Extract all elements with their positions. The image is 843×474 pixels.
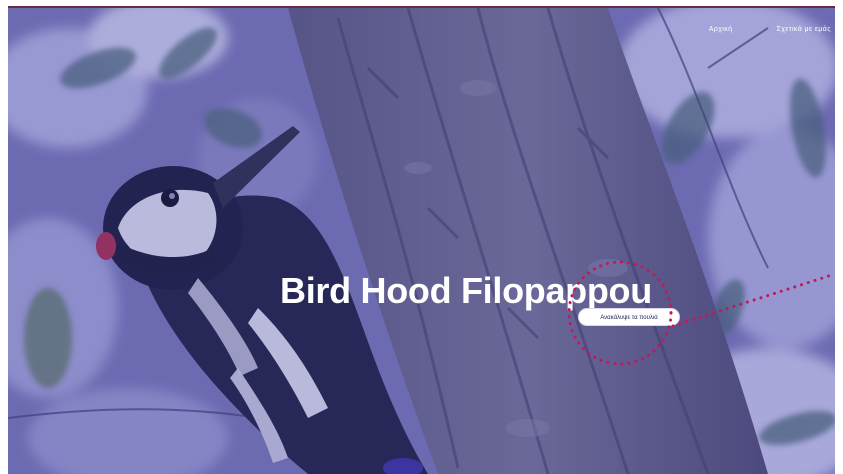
hero-section: Αρχική Σχετικά με εμάς Bird Hood Filopap…: [8, 6, 835, 474]
discover-birds-button[interactable]: Ανακάλυψε τα πουλιά: [578, 308, 680, 326]
hero-background-image: [8, 8, 835, 474]
nav-item-about[interactable]: Σχετικά με εμάς: [776, 26, 831, 46]
nav-item-home[interactable]: Αρχική: [709, 26, 733, 46]
hero-title: Bird Hood Filopappou: [280, 270, 652, 312]
top-navigation: Αρχική Σχετικά με εμάς: [709, 26, 835, 46]
